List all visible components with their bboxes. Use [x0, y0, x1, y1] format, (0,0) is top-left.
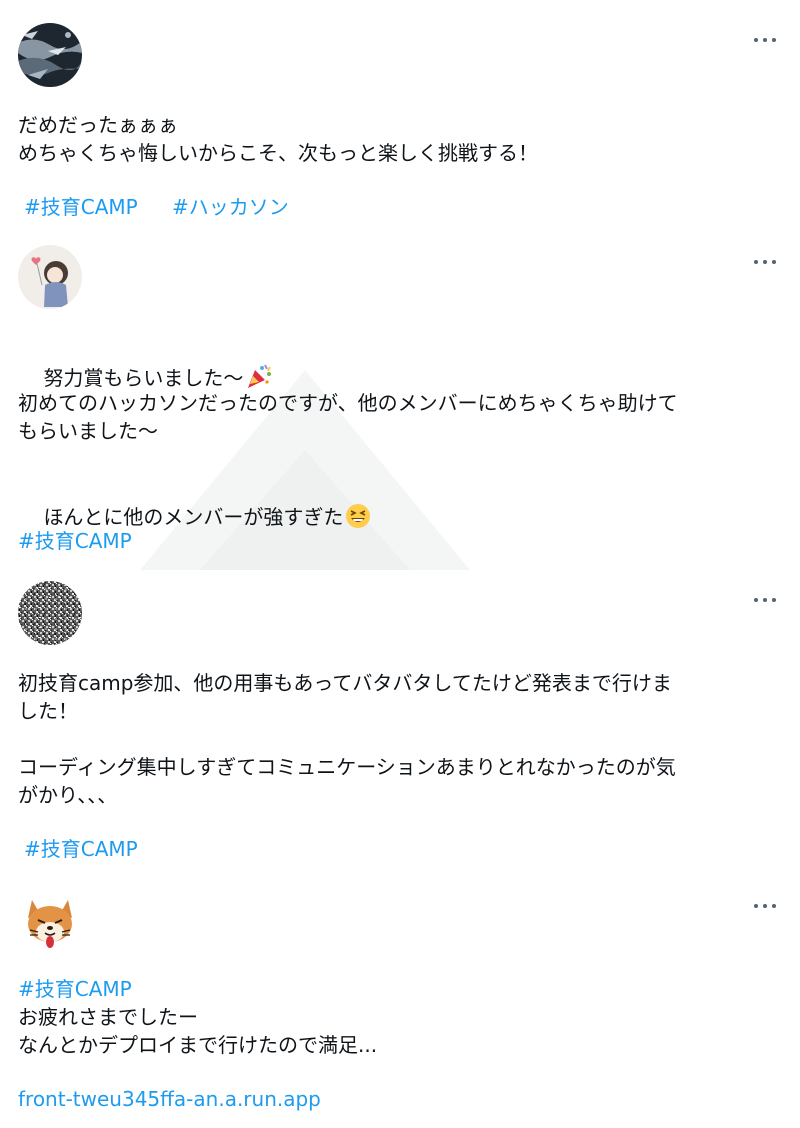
party-popper-icon	[248, 364, 272, 388]
more-options-button[interactable]	[754, 596, 776, 604]
more-options-button[interactable]	[754, 258, 776, 266]
girl-illustration-avatar[interactable]	[18, 245, 82, 309]
hashtag-link[interactable]: #ハッカソン	[172, 192, 289, 222]
post-2: 努力賞もらいました～ 初めてのハッカソンだったのですが、他のメンバーにめちゃくち…	[0, 240, 800, 570]
post-text-line: がかり、、、	[18, 783, 118, 807]
river-photo-avatar[interactable]	[18, 23, 82, 87]
post-text-line: お疲れさまでしたー	[18, 1005, 198, 1029]
grinning-squinting-face-icon	[346, 504, 371, 528]
hashtag-link[interactable]: #技育CAMP	[18, 526, 132, 556]
more-options-button[interactable]	[754, 902, 776, 910]
noise-pattern-avatar[interactable]	[18, 581, 82, 645]
post-4: #技育CAMP お疲れさまでしたー なんとかデプロイまで行けたので満足... f…	[0, 880, 800, 1128]
post-text-line: した！	[18, 699, 78, 723]
hashtag-link[interactable]: #技育CAMP	[18, 974, 132, 1004]
post-text-line: 初技育camp参加、他の用事もあってバタバタしてたけど発表まで行けま	[18, 671, 672, 695]
shiba-dog-avatar[interactable]	[18, 890, 82, 954]
more-options-button[interactable]	[754, 36, 776, 44]
post-3: 初技育camp参加、他の用事もあってバタバタしてたけど発表まで行けま した！ コ…	[0, 570, 800, 880]
post-text-line: コーディング集中しすぎてコミュニケーションあまりとれなかったのが気	[18, 755, 676, 779]
post-text-line: なんとかデプロイまで行けたので満足...	[18, 1033, 378, 1057]
external-link[interactable]: front-tweu345ffa-an.a.run.app	[18, 1084, 321, 1114]
post-text-line: だめだったぁぁぁ	[18, 113, 178, 137]
post-text-line: ほんとに他のメンバーが強すぎた	[18, 472, 783, 562]
post-text-line: めちゃくちゃ悔しいからこそ、次もっと楽しく挑戦する！	[18, 141, 538, 165]
post-1: だめだったぁぁぁ めちゃくちゃ悔しいからこそ、次もっと楽しく挑戦する！ #技育C…	[0, 0, 800, 240]
post-text-line: もらいました～	[18, 419, 158, 443]
hashtag-link[interactable]: #技育CAMP	[24, 834, 138, 864]
post-text: 努力賞もらいました～	[43, 366, 244, 390]
hashtag-link[interactable]: #技育CAMP	[24, 192, 138, 222]
post-text-line: 初めてのハッカソンだったのですが、他のメンバーにめちゃくちゃ助けて	[18, 391, 678, 415]
